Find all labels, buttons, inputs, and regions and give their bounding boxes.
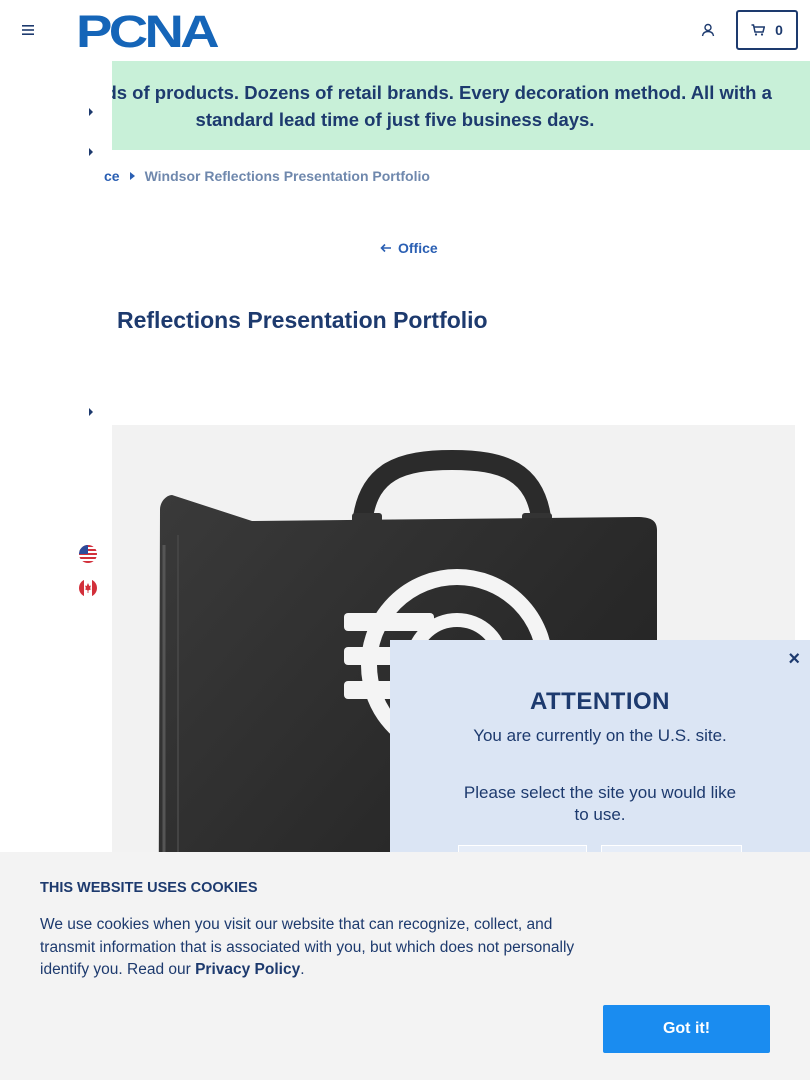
breadcrumb-parent-link[interactable]: ce [104, 168, 120, 184]
user-icon [701, 23, 715, 37]
modal-current-site-message: You are currently on the U.S. site. [473, 726, 727, 745]
breadcrumb-current: Windsor Reflections Presentation Portfol… [144, 168, 430, 184]
caret-right-icon[interactable] [86, 106, 96, 118]
close-icon[interactable]: × [788, 648, 800, 671]
announcement-text: / Thousands of products. Dozens of retai… [18, 81, 772, 130]
modal-heading: ATTENTION [529, 688, 671, 715]
breadcrumb-separator-icon [129, 172, 135, 180]
product-title: Reflections Presentation Portfolio [117, 307, 488, 333]
back-link-label: Office [398, 240, 438, 256]
breadcrumb: ce Windsor Reflections Presentation Port… [104, 168, 430, 184]
site-header: PCNA 0 [0, 0, 810, 61]
cookie-banner: THIS WEBSITE USES COOKIES We use cookies… [0, 852, 810, 1080]
caret-right-icon[interactable] [86, 406, 96, 418]
account-button[interactable] [697, 19, 719, 41]
hamburger-icon [22, 25, 34, 35]
cookie-body-end: . [300, 961, 305, 978]
menu-button[interactable] [18, 20, 38, 40]
site-selector-modal: × ATTENTION You are currently on the U.S… [390, 640, 810, 885]
cart-button[interactable]: 0 [736, 10, 798, 50]
cookie-body: We use cookies when you visit our websit… [40, 916, 575, 978]
canada-flag-icon[interactable] [79, 579, 97, 597]
cookie-text: We use cookies when you visit our websit… [40, 914, 605, 982]
accept-cookies-button[interactable]: Got it! [603, 1005, 770, 1053]
cart-icon [751, 24, 766, 36]
logo-text: PCNA [76, 9, 219, 51]
cart-count: 0 [775, 22, 783, 38]
announcement-banner: / Thousands of products. Dozens of retai… [0, 61, 810, 150]
cookie-heading: THIS WEBSITE USES COOKIES [40, 880, 258, 896]
pcna-logo[interactable]: PCNA [76, 6, 226, 57]
modal-prompt: Please select the site you would like to… [463, 783, 737, 824]
arrow-left-icon [380, 243, 391, 253]
caret-right-icon[interactable] [86, 146, 96, 158]
us-flag-icon[interactable] [79, 545, 97, 563]
privacy-policy-link[interactable]: Privacy Policy [195, 961, 300, 978]
back-to-category-link[interactable]: Office [380, 240, 438, 256]
